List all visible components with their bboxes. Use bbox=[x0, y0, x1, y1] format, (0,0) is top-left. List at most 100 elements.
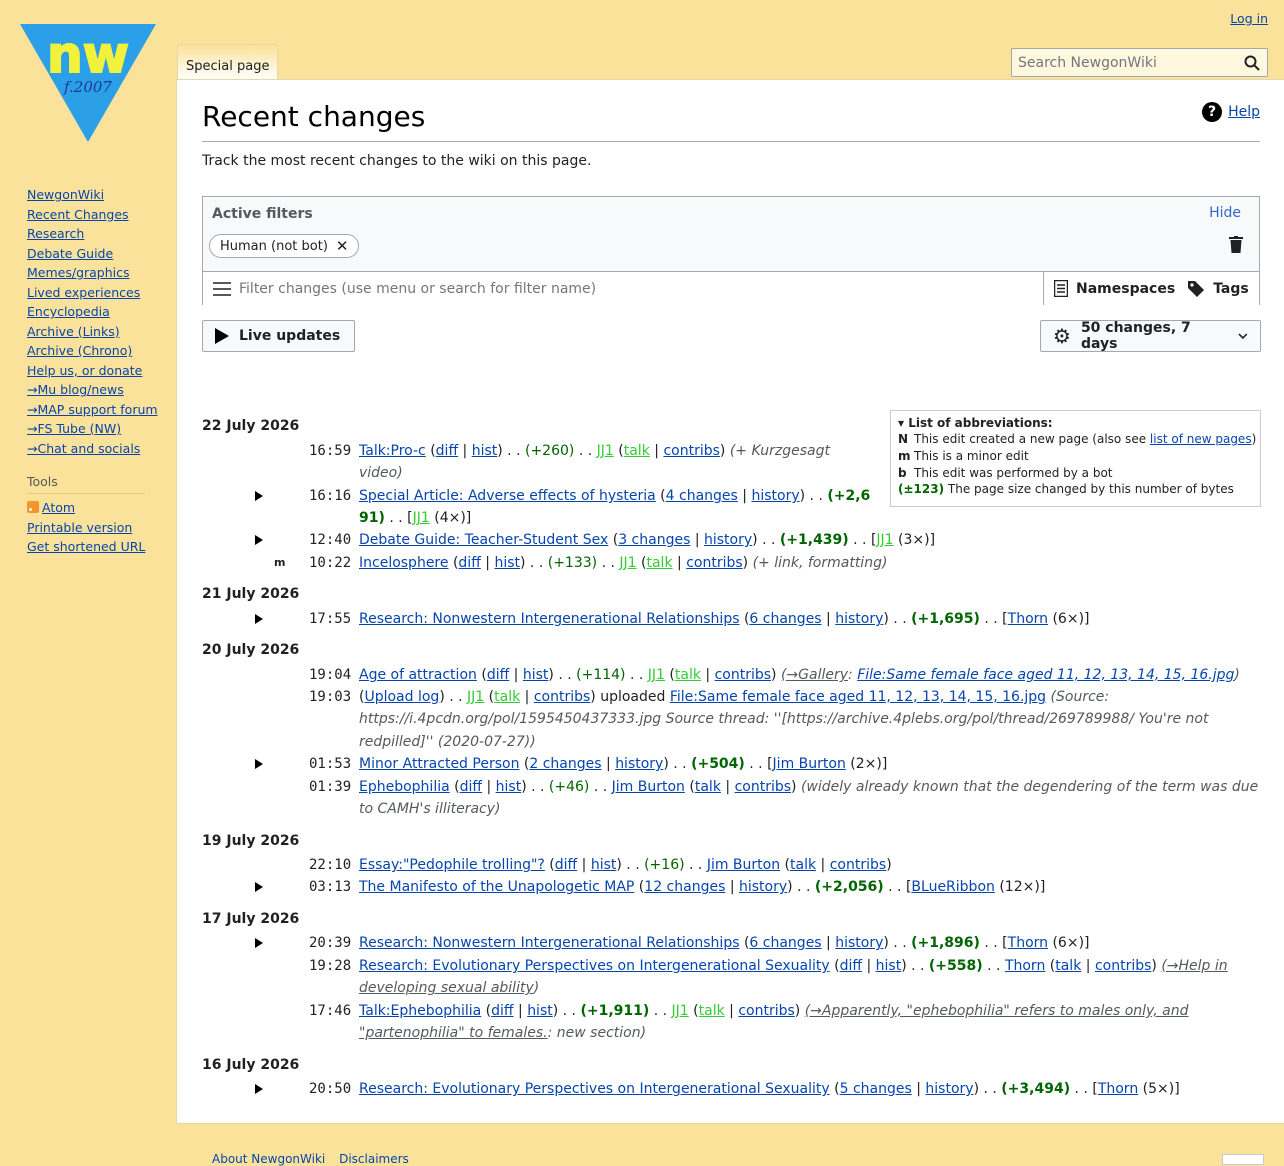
user-link[interactable]: Thorn bbox=[1008, 611, 1048, 627]
sidebar-item-donate[interactable]: Help us, or donate bbox=[27, 361, 167, 381]
user-link[interactable]: JJ1 bbox=[672, 1003, 689, 1019]
hist-link[interactable]: hist bbox=[527, 1003, 553, 1019]
page-link[interactable]: Research: Evolutionary Perspectives on I… bbox=[359, 958, 830, 974]
user-link[interactable]: JJ1 bbox=[413, 510, 430, 526]
filter-chip[interactable]: Human (not bot) ✕ bbox=[209, 234, 360, 258]
sidebar-item-recent-changes[interactable]: Recent Changes bbox=[27, 205, 167, 225]
powered-by-badge[interactable] bbox=[1222, 1154, 1264, 1165]
history-link[interactable]: history bbox=[739, 879, 787, 895]
diff-link[interactable]: diff bbox=[460, 779, 482, 795]
changes-link[interactable]: 2 changes bbox=[529, 756, 601, 772]
legend-title[interactable]: ▾ List of abbreviations: bbox=[898, 415, 1253, 431]
hist-link[interactable]: hist bbox=[496, 779, 522, 795]
menu-icon[interactable] bbox=[213, 282, 231, 296]
contribs-link[interactable]: contribs bbox=[686, 555, 742, 571]
page-link[interactable]: Research: Evolutionary Perspectives on I… bbox=[359, 1081, 830, 1097]
talk-link[interactable]: talk bbox=[624, 443, 650, 459]
atom-link[interactable]: Atom bbox=[42, 500, 75, 515]
namespaces-button[interactable]: Namespaces bbox=[1054, 280, 1175, 297]
section-link[interactable]: (→Help in bbox=[1161, 958, 1227, 974]
changes-link[interactable]: 6 changes bbox=[749, 611, 821, 627]
history-link[interactable]: history bbox=[751, 488, 799, 504]
tags-button[interactable]: Tags bbox=[1187, 280, 1249, 297]
changes-settings-button[interactable]: ⚙ 50 changes, 7 days bbox=[1040, 320, 1261, 352]
changes-link[interactable]: 5 changes bbox=[840, 1081, 912, 1097]
login-link[interactable]: Log in bbox=[1230, 11, 1268, 26]
diff-link[interactable]: diff bbox=[436, 443, 458, 459]
expand-arrow-icon[interactable] bbox=[255, 938, 263, 948]
user-link[interactable]: Jim Burton bbox=[773, 756, 846, 772]
changes-link[interactable]: 12 changes bbox=[644, 879, 725, 895]
user-link[interactable]: Jim Burton bbox=[612, 779, 685, 795]
page-link[interactable]: Debate Guide: Teacher-Student Sex bbox=[359, 532, 608, 548]
page-link[interactable]: Ephebophilia bbox=[359, 779, 450, 795]
hist-link[interactable]: hist bbox=[494, 555, 520, 571]
sidebar-item-short-url[interactable]: Get shortened URL bbox=[27, 537, 167, 557]
history-link[interactable]: history bbox=[835, 611, 883, 627]
sidebar-item-encyclopedia[interactable]: Encyclopedia bbox=[27, 302, 167, 322]
contribs-link[interactable]: contribs bbox=[715, 667, 771, 683]
search-icon[interactable] bbox=[1244, 55, 1260, 71]
upload-log-link[interactable]: Upload log bbox=[364, 689, 439, 705]
filter-search-input[interactable] bbox=[237, 276, 1037, 302]
expand-arrow-icon[interactable] bbox=[255, 1084, 263, 1094]
talk-link[interactable]: talk bbox=[646, 555, 672, 571]
talk-link[interactable]: talk bbox=[699, 1003, 725, 1019]
user-link[interactable]: JJ1 bbox=[467, 689, 484, 705]
sidebar-item-atom[interactable]: Atom bbox=[27, 498, 167, 518]
history-link[interactable]: history bbox=[835, 935, 883, 951]
contribs-link[interactable]: contribs bbox=[738, 1003, 794, 1019]
user-link[interactable]: JJ1 bbox=[876, 532, 893, 548]
contribs-link[interactable]: contribs bbox=[830, 857, 886, 873]
diff-link[interactable]: diff bbox=[555, 857, 577, 873]
user-link[interactable]: Thorn bbox=[1098, 1081, 1138, 1097]
changes-link[interactable]: 4 changes bbox=[666, 488, 738, 504]
expand-arrow-icon[interactable] bbox=[255, 759, 263, 769]
talk-link[interactable]: talk bbox=[695, 779, 721, 795]
sidebar-item-mu-blog[interactable]: →Mu blog/news bbox=[27, 380, 167, 400]
contribs-link[interactable]: contribs bbox=[735, 779, 791, 795]
sidebar-item-lived-experiences[interactable]: Lived experiences bbox=[27, 283, 167, 303]
sidebar-item-research[interactable]: Research bbox=[27, 224, 167, 244]
about-link[interactable]: About NewgonWiki bbox=[212, 1152, 325, 1166]
hist-link[interactable]: hist bbox=[523, 667, 549, 683]
trash-icon[interactable] bbox=[1229, 236, 1243, 253]
file-link[interactable]: File:Same female face aged 11, 12, 13, 1… bbox=[857, 667, 1234, 683]
talk-link[interactable]: talk bbox=[675, 667, 701, 683]
contribs-link[interactable]: contribs bbox=[534, 689, 590, 705]
page-link[interactable]: Research: Nonwestern Intergenerational R… bbox=[359, 935, 740, 951]
disclaimers-link[interactable]: Disclaimers bbox=[339, 1152, 409, 1166]
section-link-cont[interactable]: "partenophilia" to females. bbox=[359, 1025, 548, 1041]
hist-link[interactable]: hist bbox=[472, 443, 498, 459]
sidebar-item-debate-guide[interactable]: Debate Guide bbox=[27, 244, 167, 264]
user-link[interactable]: Thorn bbox=[1005, 958, 1045, 974]
tab-special-page[interactable]: Special page bbox=[177, 44, 279, 80]
live-updates-button[interactable]: Live updates bbox=[202, 320, 355, 352]
talk-link[interactable]: talk bbox=[494, 689, 520, 705]
sidebar-item-printable[interactable]: Printable version bbox=[27, 518, 167, 538]
diff-link[interactable]: diff bbox=[840, 958, 862, 974]
changes-link[interactable]: 6 changes bbox=[749, 935, 821, 951]
talk-link[interactable]: talk bbox=[1055, 958, 1081, 974]
sidebar-item-newgonwiki[interactable]: NewgonWiki bbox=[27, 185, 167, 205]
user-link[interactable]: BLueRibbon bbox=[911, 879, 994, 895]
expand-arrow-icon[interactable] bbox=[255, 491, 263, 501]
site-logo[interactable]: nw f.2007 bbox=[20, 24, 156, 144]
talk-link[interactable]: talk bbox=[790, 857, 816, 873]
user-link[interactable]: JJ1 bbox=[619, 555, 636, 571]
help-label[interactable]: Help bbox=[1228, 104, 1260, 120]
changes-link[interactable]: 3 changes bbox=[618, 532, 690, 548]
expand-arrow-icon[interactable] bbox=[255, 882, 263, 892]
page-link[interactable]: Incelosphere bbox=[359, 555, 449, 571]
sidebar-item-memes[interactable]: Memes/graphics bbox=[27, 263, 167, 283]
sidebar-item-archive-chrono[interactable]: Archive (Chrono) bbox=[27, 341, 167, 361]
diff-link[interactable]: diff bbox=[487, 667, 509, 683]
user-link[interactable]: JJ1 bbox=[648, 667, 665, 683]
page-link[interactable]: Age of attraction bbox=[359, 667, 477, 683]
section-link-cont[interactable]: developing sexual ability bbox=[359, 980, 534, 996]
expand-arrow-icon[interactable] bbox=[255, 614, 263, 624]
section-link[interactable]: (→Gallery bbox=[781, 667, 848, 683]
user-link[interactable]: Jim Burton bbox=[707, 857, 780, 873]
diff-link[interactable]: diff bbox=[458, 555, 480, 571]
hist-link[interactable]: hist bbox=[876, 958, 902, 974]
